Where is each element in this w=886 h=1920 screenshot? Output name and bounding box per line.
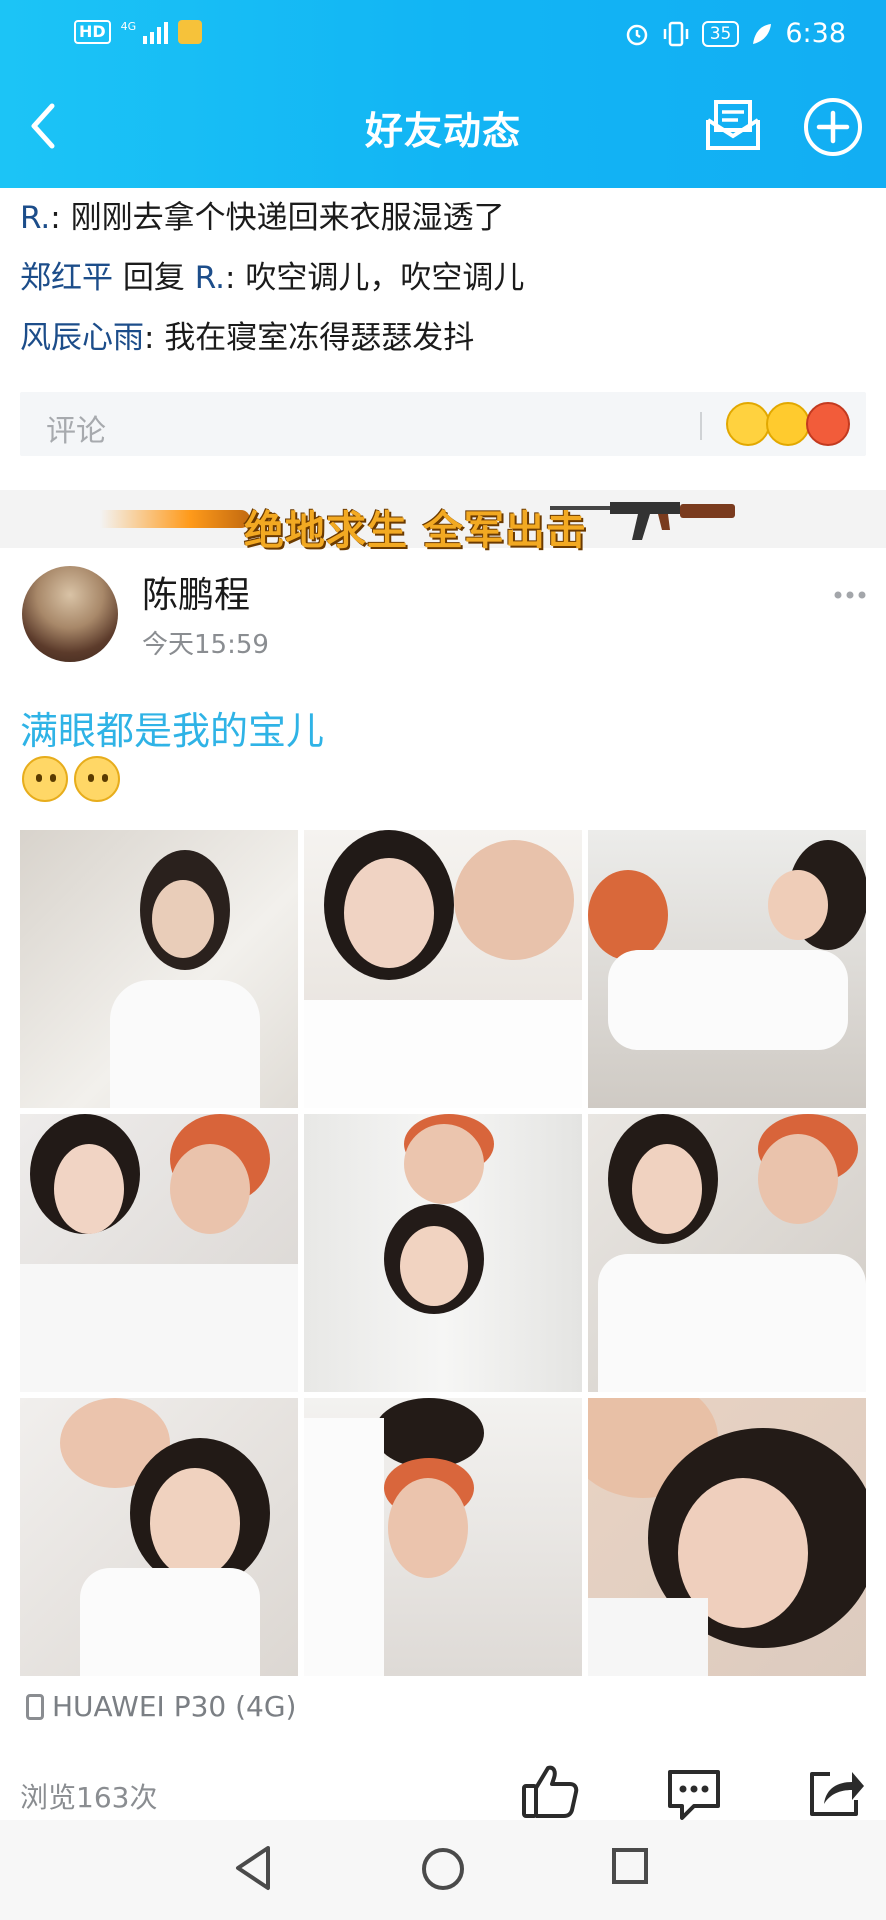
notification-app-icon xyxy=(178,20,203,44)
photo-thumbnail[interactable] xyxy=(20,1114,298,1392)
ad-banner[interactable]: 绝地求生 全军出击 xyxy=(0,490,886,554)
post-time: 今天15:59 xyxy=(142,630,269,660)
photo-grid xyxy=(20,830,866,1676)
battery-indicator: 35 xyxy=(701,20,740,47)
photo-thumbnail[interactable] xyxy=(304,1398,582,1676)
phone-icon xyxy=(26,1693,44,1720)
nav-home-icon[interactable] xyxy=(420,1846,466,1892)
comment-text: 刚刚去拿个快递回来衣服湿透了 xyxy=(70,200,505,236)
photo-thumbnail[interactable] xyxy=(20,830,298,1108)
comment-item[interactable]: 风辰心雨: 我在寝室冻得瑟瑟发抖 xyxy=(20,308,870,368)
nav-recent-icon[interactable] xyxy=(610,1846,650,1886)
comment-list: R.: 刚刚去拿个快递回来衣服湿透了 郑红平 回复 R.: 吹空调儿，吹空调儿 … xyxy=(20,188,870,368)
comment-user[interactable]: 郑红平 xyxy=(20,260,113,296)
photo-thumbnail[interactable] xyxy=(588,1114,866,1392)
vibrate-icon xyxy=(663,21,688,46)
signal-icon: 4G xyxy=(121,20,169,44)
reply-to-user[interactable]: R. xyxy=(195,260,225,296)
comment-input[interactable]: 评论 xyxy=(20,392,866,456)
divider xyxy=(700,412,702,440)
bullet-graphic xyxy=(100,510,250,528)
plus-circle-icon[interactable] xyxy=(802,96,864,158)
photo-thumbnail[interactable] xyxy=(588,1398,866,1676)
photo-thumbnail[interactable] xyxy=(20,1398,298,1676)
more-icon[interactable] xyxy=(830,580,870,610)
status-bar: HD 4G 35 6:38 xyxy=(0,14,886,54)
rifle-icon xyxy=(550,502,735,540)
post-author[interactable]: 陈鹏程 xyxy=(142,566,250,618)
system-nav-bar xyxy=(0,1820,886,1920)
photo-thumbnail[interactable] xyxy=(304,830,582,1108)
app-header: HD 4G 35 6:38 好友动态 xyxy=(0,0,886,188)
reply-label: 回复 xyxy=(122,260,185,296)
view-count: 浏览163次 xyxy=(20,1781,158,1814)
angry-emoji-icon[interactable] xyxy=(806,402,850,446)
laugh-cry-emoji-icon[interactable] xyxy=(766,402,810,446)
device-info: HUAWEI P30 (4G) xyxy=(26,1690,296,1723)
leaf-icon xyxy=(753,23,772,44)
avatar[interactable] xyxy=(22,566,118,662)
grin-emoji-icon[interactable] xyxy=(726,402,770,446)
comment-user[interactable]: R. xyxy=(20,200,50,236)
comment-text: 我在寝室冻得瑟瑟发抖 xyxy=(164,320,475,356)
mail-icon[interactable] xyxy=(702,96,764,154)
comment-item[interactable]: R.: 刚刚去拿个快递回来衣服湿透了 xyxy=(20,188,870,248)
thumbs-up-icon[interactable] xyxy=(520,1760,580,1820)
photo-thumbnail[interactable] xyxy=(588,830,866,1108)
comment-placeholder: 评论 xyxy=(46,414,106,449)
alarm-icon xyxy=(626,24,647,45)
comment-text: 吹空调儿，吹空调儿 xyxy=(245,260,525,296)
nav-back-icon[interactable] xyxy=(232,1844,276,1892)
hd-badge: HD xyxy=(74,20,111,44)
clock: 6:38 xyxy=(785,18,846,49)
shy-emoji-icon xyxy=(22,756,68,802)
banner-text: 绝地求生 全军出击 xyxy=(244,508,587,554)
post-text: 满眼都是我的宝儿 xyxy=(20,709,325,753)
comment-user[interactable]: 风辰心雨 xyxy=(20,320,144,356)
comment-item[interactable]: 郑红平 回复 R.: 吹空调儿，吹空调儿 xyxy=(20,248,870,308)
share-icon[interactable] xyxy=(806,1764,866,1820)
shy-emoji-icon xyxy=(74,756,120,802)
network-type: 4G xyxy=(120,20,137,33)
chat-bubble-icon[interactable] xyxy=(664,1766,724,1822)
photo-thumbnail[interactable] xyxy=(304,1114,582,1392)
device-name: HUAWEI P30 (4G) xyxy=(52,1690,297,1723)
